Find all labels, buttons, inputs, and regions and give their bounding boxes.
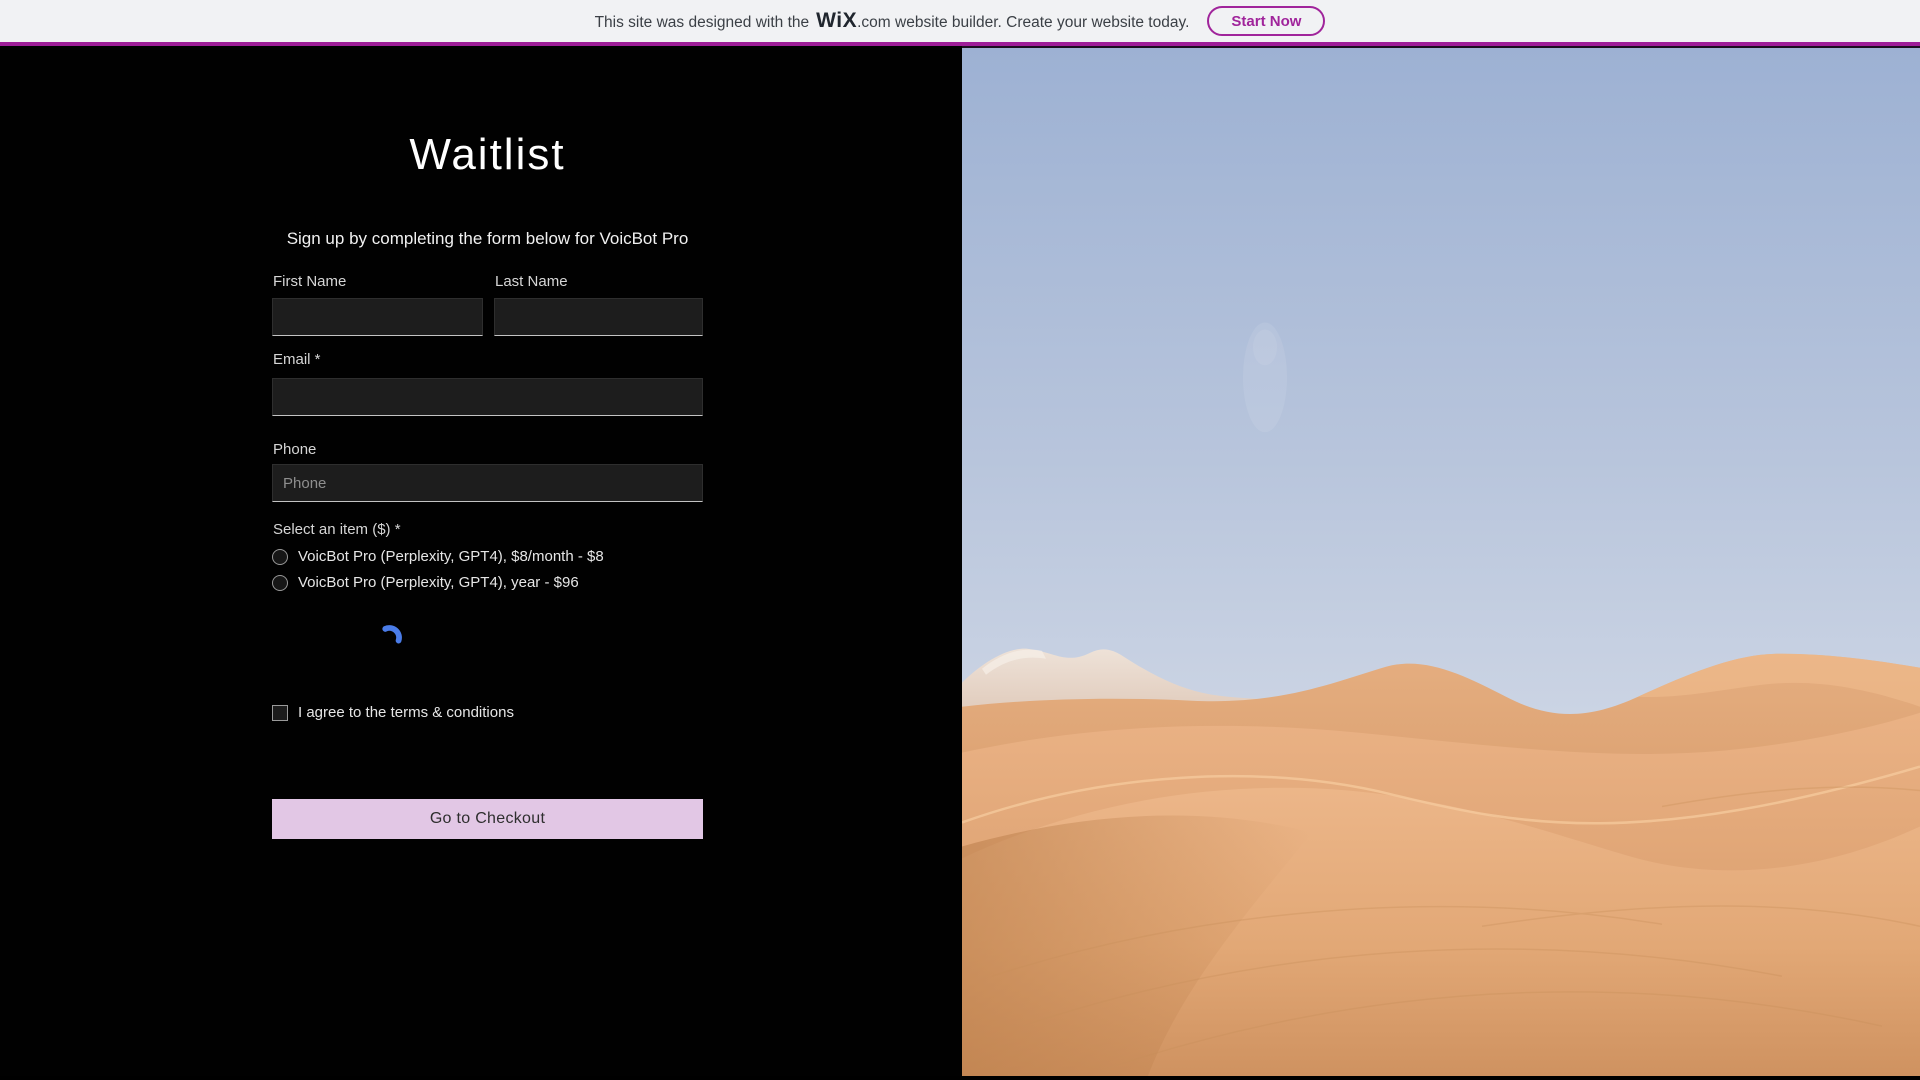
phone-label: Phone <box>273 441 317 458</box>
wix-banner: This site was designed with the WiX.com w… <box>0 0 1920 46</box>
last-name-input[interactable] <box>494 298 703 336</box>
banner-text-after: .com website builder. Create your websit… <box>857 14 1190 31</box>
waitlist-panel: Waitlist Sign up by completing the form … <box>0 46 962 1076</box>
banner-text-before: This site was designed with the <box>594 14 810 31</box>
banner-message: This site was designed with the WiX.com w… <box>595 9 1190 33</box>
page-title: Waitlist <box>409 130 566 179</box>
go-to-checkout-button[interactable]: Go to Checkout <box>272 799 703 839</box>
first-name-input[interactable] <box>272 298 483 336</box>
page-body: Waitlist Sign up by completing the form … <box>0 46 1920 1076</box>
plan-option-yearly[interactable]: VoicBot Pro (Perplexity, GPT4), year - $… <box>272 574 579 591</box>
plan-option-monthly-label[interactable]: VoicBot Pro (Perplexity, GPT4), $8/month… <box>298 548 604 565</box>
wix-logo: WiX <box>816 9 858 32</box>
phone-input[interactable] <box>272 464 703 502</box>
terms-checkbox-row[interactable]: I agree to the terms & conditions <box>272 704 514 721</box>
radio-yearly-icon[interactable] <box>272 574 288 591</box>
terms-checkbox[interactable] <box>272 704 288 721</box>
first-name-label: First Name <box>273 273 347 290</box>
waitlist-form: Waitlist Sign up by completing the form … <box>272 46 703 1076</box>
plan-option-yearly-label[interactable]: VoicBot Pro (Perplexity, GPT4), year - $… <box>298 574 579 591</box>
radio-monthly-icon[interactable] <box>272 548 288 565</box>
email-input[interactable] <box>272 378 703 416</box>
form-subtitle: Sign up by completing the form below for… <box>286 229 689 248</box>
start-now-button[interactable]: Start Now <box>1207 6 1326 36</box>
desert-image <box>962 46 1920 1076</box>
loading-spinner-icon <box>376 624 403 651</box>
select-item-label: Select an item ($) * <box>273 521 401 538</box>
desert-dunes-illustration <box>962 48 1920 1076</box>
terms-checkbox-label[interactable]: I agree to the terms & conditions <box>298 704 514 721</box>
last-name-label: Last Name <box>495 273 568 290</box>
email-label: Email * <box>273 351 321 368</box>
plan-option-monthly[interactable]: VoicBot Pro (Perplexity, GPT4), $8/month… <box>272 548 604 565</box>
